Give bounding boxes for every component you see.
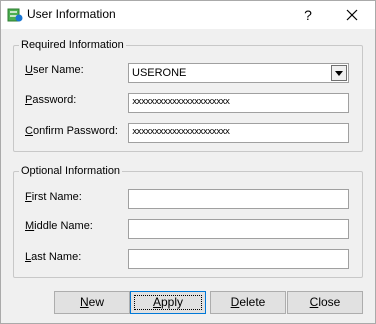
optional-information-legend: Optional Information — [21, 165, 121, 177]
password-field[interactable]: xxxxxxxxxxxxxxxxxxxxxx — [128, 93, 349, 113]
close-window-button[interactable] — [337, 3, 367, 27]
new-button[interactable]: New — [54, 291, 130, 314]
last-name-field[interactable] — [128, 249, 349, 269]
confirm-password-value: xxxxxxxxxxxxxxxxxxxxxx — [132, 127, 230, 137]
first-name-label: First Name: — [25, 191, 82, 203]
title-bar[interactable]: User Information ? — [1, 1, 375, 29]
confirm-password-field[interactable]: xxxxxxxxxxxxxxxxxxxxxx — [128, 123, 349, 143]
window-title: User Information — [27, 7, 116, 21]
help-glyph: ? — [304, 7, 312, 23]
first-name-field[interactable] — [128, 189, 349, 209]
middle-name-field[interactable] — [128, 219, 349, 239]
required-information-legend: Required Information — [21, 39, 124, 51]
delete-button[interactable]: Delete — [210, 291, 286, 314]
password-label: Password: — [25, 94, 77, 106]
user-info-app-icon — [7, 8, 23, 22]
close-button[interactable]: Close — [287, 291, 363, 314]
password-value: xxxxxxxxxxxxxxxxxxxxxx — [132, 97, 230, 107]
user-name-value: USERONE — [132, 67, 187, 79]
middle-name-label: Middle Name: — [25, 220, 93, 232]
apply-button[interactable]: Apply — [130, 291, 206, 314]
chevron-down-icon[interactable] — [331, 65, 347, 81]
close-icon — [346, 9, 358, 21]
last-name-label: Last Name: — [25, 251, 82, 263]
user-name-label: User Name: — [25, 64, 84, 76]
user-name-select[interactable]: USERONE — [128, 63, 349, 83]
help-button[interactable]: ? — [297, 5, 319, 25]
confirm-password-label: Confirm Password: — [25, 125, 118, 137]
user-information-dialog: User Information ? Required Information … — [0, 0, 376, 324]
